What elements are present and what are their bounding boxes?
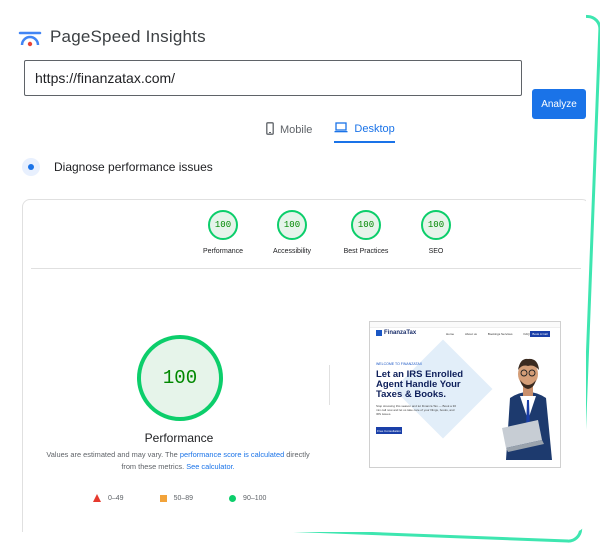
gauge-accessibility[interactable]: 100 Accessibility	[252, 210, 332, 255]
triangle-icon	[93, 494, 101, 502]
score-ring: 100	[208, 210, 238, 240]
device-tabs: Mobile Desktop	[266, 122, 395, 143]
report-panel: 100 Performance 100 Accessibility 100 Be…	[22, 199, 586, 532]
thumbnail-nav-item: About us	[465, 332, 477, 336]
thumbnail-nav-item: FAQ	[523, 332, 530, 336]
section-divider	[31, 268, 581, 269]
brand-logo-icon	[376, 330, 382, 336]
hero-eyebrow: WELCOME TO FINANZATAX	[376, 362, 423, 366]
performance-title: Performance	[144, 431, 214, 445]
url-text: https://finanzatax.com/	[35, 70, 176, 86]
laptop-icon	[334, 122, 348, 136]
legend-label: 90–100	[243, 494, 267, 502]
legend-label: 50–89	[173, 494, 194, 502]
square-icon	[159, 494, 167, 502]
thumbnail-hero: WELCOME TO FINANZATAX Let an IRS Enrolle…	[370, 339, 560, 467]
app-header: PageSpeed Insights	[18, 22, 206, 52]
thumbnail-brand-name: FinanzaTax	[384, 330, 417, 336]
url-input[interactable]: https://finanzatax.com/	[24, 60, 522, 96]
legend-pass: 90–100	[229, 494, 267, 502]
pagespeed-logo-icon	[18, 27, 42, 47]
diagnose-title: Diagnose performance issues	[54, 160, 213, 174]
score-legend: 0–49 50–89 90–100	[93, 494, 266, 502]
pagespeed-card: PageSpeed Insights https://finanzatax.co…	[0, 0, 586, 532]
diagnose-icon	[22, 158, 40, 176]
app-title: PageSpeed Insights	[50, 27, 206, 46]
gauge-seo[interactable]: 100 SEO	[396, 210, 476, 255]
performance-score-gauge: 100	[137, 335, 223, 421]
legend-label: 0–49	[108, 494, 124, 502]
thumbnail-cta: Book A Call	[530, 331, 550, 337]
calculator-link[interactable]: See calculator.	[186, 462, 234, 471]
note-prefix: Values are estimated and may vary. The	[46, 450, 180, 459]
score-ring: 100	[351, 210, 381, 240]
thumbnail-brand: FinanzaTax	[376, 330, 416, 336]
analyze-button[interactable]: Analyze	[532, 89, 586, 119]
legend-average: 50–89	[159, 494, 194, 502]
vertical-divider	[329, 365, 330, 405]
thumbnail-nav-item: Bookings Services	[487, 332, 513, 336]
legend-fail: 0–49	[93, 494, 124, 502]
score-ring: 100	[277, 210, 307, 240]
phone-icon	[266, 122, 274, 138]
tab-desktop[interactable]: Desktop	[334, 122, 395, 143]
tab-desktop-label: Desktop	[354, 123, 395, 135]
score-gauges: 100 Performance 100 Accessibility 100 Be…	[23, 210, 586, 260]
gauge-label: Performance	[202, 248, 244, 255]
gauge-label: SEO	[428, 248, 444, 255]
diagnose-section-header: Diagnose performance issues	[22, 158, 213, 176]
person-with-laptop-image	[502, 358, 552, 460]
hero-headline: Let an IRS Enrolled Agent Handle Your Ta…	[376, 369, 464, 400]
tab-mobile[interactable]: Mobile	[266, 122, 312, 143]
gauge-label: Accessibility	[272, 248, 312, 255]
circle-icon	[229, 494, 237, 502]
thumbnail-nav-item: Home	[446, 332, 455, 336]
score-ring: 100	[421, 210, 451, 240]
page-screenshot-thumbnail: FinanzaTax Home About us Bookings Servic…	[369, 321, 561, 468]
gauge-best-practices[interactable]: 100 Best Practices	[326, 210, 406, 255]
gauge-label: Best Practices	[343, 248, 389, 255]
hero-button: Free Consultation	[376, 427, 402, 434]
thumbnail-nav-links: Home About us Bookings Services FAQ	[446, 332, 530, 336]
performance-score-link[interactable]: performance score is calculated	[180, 450, 284, 459]
gauge-performance[interactable]: 100 Performance	[183, 210, 263, 255]
tab-mobile-label: Mobile	[280, 124, 313, 136]
hero-paragraph: Stop stressing this season and let Finan…	[376, 404, 456, 416]
performance-note: Values are estimated and may vary. The p…	[43, 449, 313, 473]
